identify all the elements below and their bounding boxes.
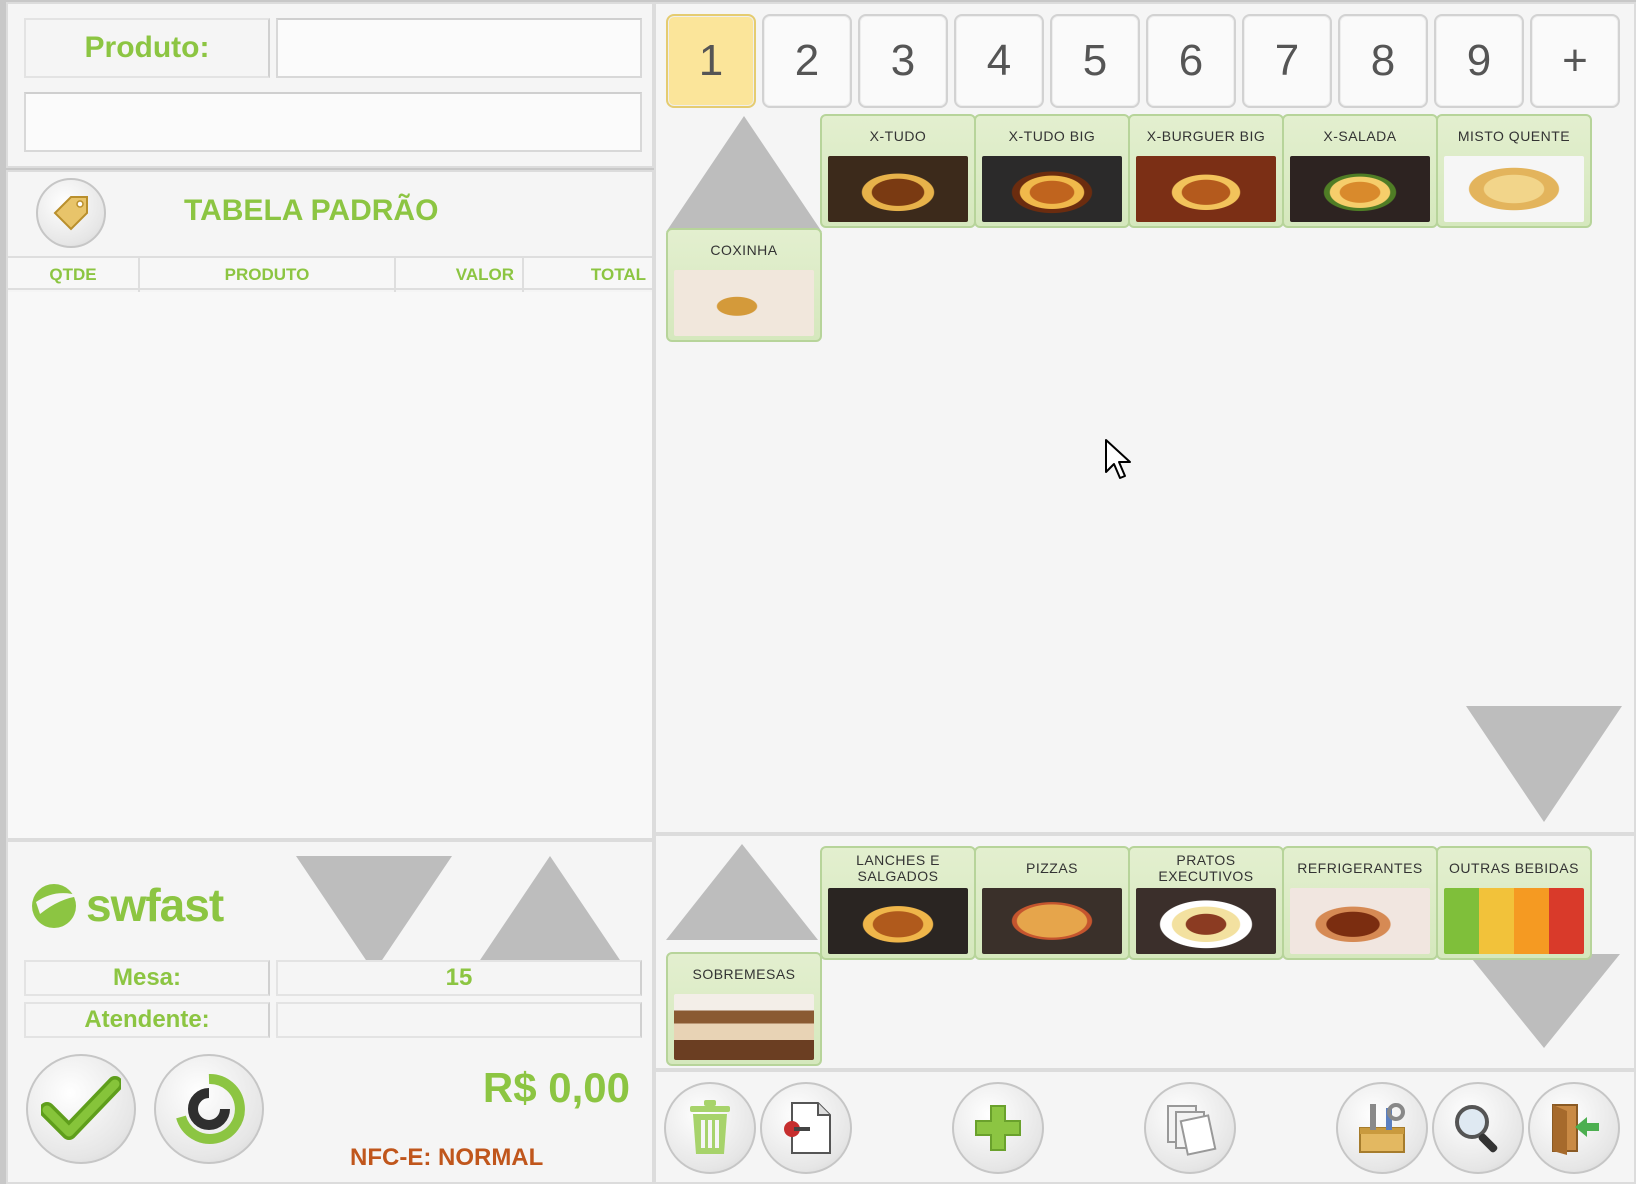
category-sobremesas-name: SOBREMESAS: [692, 966, 796, 982]
product-x-burguer-big-tile[interactable]: X-BURGUER BIG: [1128, 114, 1284, 228]
category-sobremesas-tile[interactable]: SOBREMESAS: [666, 952, 822, 1066]
atendente-label: Atendente:: [24, 1002, 270, 1038]
scroll-items-up-button[interactable]: [472, 856, 628, 972]
products-scroll-up-button[interactable]: [666, 116, 822, 232]
product-misto-quente-photo: [1444, 156, 1584, 222]
cancel-document-button[interactable]: [760, 1082, 852, 1174]
brand-name: swfast: [86, 879, 224, 931]
category-pratos-executivos-photo: [1136, 888, 1276, 954]
column-header-produto: PRODUTO: [140, 258, 396, 292]
product-x-salada-photo: [1290, 156, 1430, 222]
categories-scroll-up-button[interactable]: [666, 844, 818, 940]
checkmark-icon: [41, 1076, 121, 1140]
product-coxinha-tile[interactable]: COXINHA: [666, 228, 822, 342]
tools-icon: [1359, 1103, 1405, 1153]
product-search-panel: Produto:: [6, 2, 654, 168]
product-x-tudo-big-tile[interactable]: X-TUDO BIG: [974, 114, 1130, 228]
documents-button[interactable]: [1144, 1082, 1236, 1174]
order-total: R$ 0,00: [482, 1064, 630, 1111]
nfce-status: NFC-E: NORMAL: [350, 1144, 544, 1171]
products-scroll-down-button[interactable]: [1466, 706, 1622, 822]
product-x-burguer-big-name: X-BURGUER BIG: [1146, 128, 1266, 144]
delete-item-button[interactable]: [664, 1082, 756, 1174]
settings-tools-button[interactable]: [1336, 1082, 1428, 1174]
order-summary-panel: swfast Mesa: 15 Atendente: R$ 0,00 NFC-E…: [6, 840, 654, 1184]
category-lanches-e-salgados-photo: [828, 888, 968, 954]
product-x-tudo-big-photo: [982, 156, 1122, 222]
categories-panel: LANCHES E SALGADOS PIZZAS PRATOS EXECUTIVO…: [654, 834, 1636, 1070]
product-x-salada-name: X-SALADA: [1323, 128, 1397, 144]
page-tab-1[interactable]: 1: [666, 14, 756, 108]
remove-document-icon: [784, 1102, 831, 1154]
price-tag-icon: [53, 196, 88, 231]
product-x-tudo-big-name: X-TUDO BIG: [1008, 128, 1096, 144]
price-table-button[interactable]: [36, 178, 106, 248]
product-description-field: [24, 92, 642, 152]
product-x-salada-tile[interactable]: X-SALADA: [1282, 114, 1438, 228]
trash-icon: [690, 1100, 730, 1154]
confirm-order-button[interactable]: [26, 1054, 136, 1164]
scroll-items-down-button[interactable]: [296, 856, 452, 972]
mouse-cursor-icon: [1105, 439, 1131, 479]
exit-door-icon: [1552, 1104, 1599, 1155]
product-x-tudo-photo: [828, 156, 968, 222]
bottom-toolbar: [654, 1070, 1636, 1184]
page-tab-4[interactable]: 4: [954, 14, 1044, 108]
add-item-button[interactable]: [952, 1082, 1044, 1174]
page-tab-5[interactable]: 5: [1050, 14, 1140, 108]
product-coxinha-photo: [674, 270, 814, 336]
categories-scroll-down-button[interactable]: [1468, 954, 1620, 1048]
items-table-header: QTDE PRODUTO VALOR TOTAL: [8, 256, 652, 292]
category-pizzas-name: PIZZAS: [1025, 860, 1078, 876]
search-icon: [1455, 1105, 1498, 1153]
swfast-logo: swfast: [26, 874, 236, 934]
page-tab-6[interactable]: 6: [1146, 14, 1236, 108]
atendente-value: [276, 1002, 642, 1038]
product-x-tudo-name: X-TUDO: [869, 128, 927, 144]
category-refrigerantes-tile[interactable]: REFRIGERANTES: [1282, 846, 1438, 960]
page-tab-7[interactable]: 7: [1242, 14, 1332, 108]
add-icon: [975, 1105, 1021, 1151]
category-outras-bebidas-photo: [1444, 888, 1584, 954]
category-lanches-e-salgados-tile[interactable]: LANCHES E SALGADOS: [820, 846, 976, 960]
search-button[interactable]: [1432, 1082, 1524, 1174]
category-lanches-e-salgados-name: LANCHES E SALGADOS: [856, 852, 940, 884]
page-tab-2[interactable]: 2: [762, 14, 852, 108]
category-refrigerantes-photo: [1290, 888, 1430, 954]
mesa-value: 15: [276, 960, 642, 996]
column-header-valor: VALOR: [396, 258, 524, 292]
products-panel: 1 2 3 4 5 6 7 8 9 + X-TUDO X-TUDO BIG X-BURGUER BIG…: [654, 2, 1636, 834]
category-pratos-executivos-tile[interactable]: PRATOS EXECUTIVOS: [1128, 846, 1284, 960]
product-label: Produto:: [24, 18, 270, 78]
product-x-burguer-big-photo: [1136, 156, 1276, 222]
category-pizzas-tile[interactable]: PIZZAS: [974, 846, 1130, 960]
product-coxinha-name: COXINHA: [710, 242, 778, 258]
page-tab-3[interactable]: 3: [858, 14, 948, 108]
page-tab-9[interactable]: 9: [1434, 14, 1524, 108]
refresh-icon: [176, 1073, 245, 1144]
product-misto-quente-name: MISTO QUENTE: [1457, 128, 1571, 144]
product-misto-quente-tile[interactable]: MISTO QUENTE: [1436, 114, 1592, 228]
exit-button[interactable]: [1528, 1082, 1620, 1174]
documents-icon: [1167, 1105, 1217, 1156]
category-outras-bebidas-name: OUTRAS BEBIDAS: [1449, 860, 1579, 876]
items-list[interactable]: [8, 292, 652, 838]
order-items-panel: TABELA PADRÃO QTDE PRODUTO VALOR TOTAL: [6, 170, 654, 840]
column-header-qtde: QTDE: [8, 258, 140, 292]
column-header-total: TOTAL: [590, 265, 646, 284]
category-sobremesas-photo: [674, 994, 814, 1060]
page-tab-8[interactable]: 8: [1338, 14, 1428, 108]
category-outras-bebidas-tile[interactable]: OUTRAS BEBIDAS: [1436, 846, 1592, 960]
product-input[interactable]: [276, 18, 642, 78]
category-pizzas-photo: [982, 888, 1122, 954]
refresh-button[interactable]: [154, 1054, 264, 1164]
mesa-label: Mesa:: [24, 960, 270, 996]
category-pratos-executivos-name: PRATOS EXECUTIVOS: [1158, 852, 1254, 884]
product-x-tudo-tile[interactable]: X-TUDO: [820, 114, 976, 228]
page-tab-more[interactable]: +: [1530, 14, 1620, 108]
price-table-name: TABELA PADRÃO: [184, 194, 439, 227]
category-refrigerantes-name: REFRIGERANTES: [1297, 860, 1423, 876]
